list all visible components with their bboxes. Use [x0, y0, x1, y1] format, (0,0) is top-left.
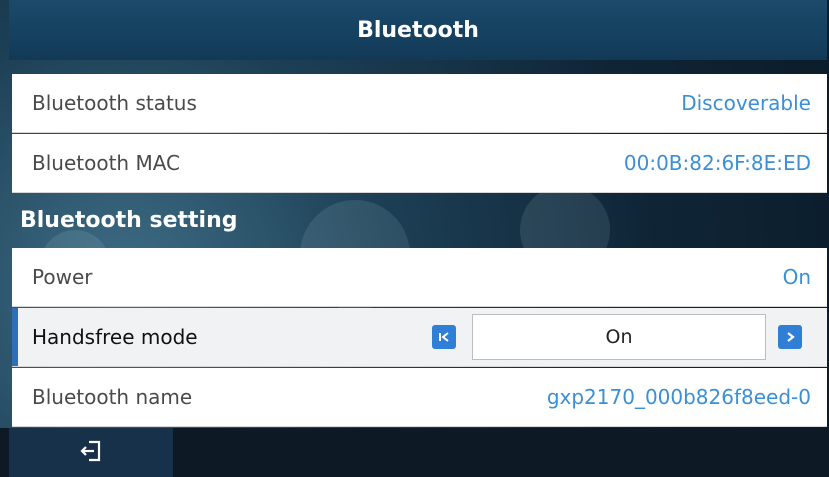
handsfree-mode-value: On	[605, 326, 633, 348]
selection-indicator	[12, 308, 18, 366]
bluetooth-mac-value: 00:0B:82:6F:8E:ED	[623, 151, 811, 175]
skip-previous-icon[interactable]	[432, 325, 456, 349]
section-title-bluetooth-setting: Bluetooth setting	[20, 208, 238, 233]
bluetooth-name-value: gxp2170_000b826f8eed-0	[546, 385, 811, 409]
handsfree-mode-label: Handsfree mode	[32, 325, 198, 349]
handsfree-mode-row[interactable]: Handsfree mode On	[12, 308, 827, 367]
bluetooth-mac-row[interactable]: Bluetooth MAC 00:0B:82:6F:8E:ED	[12, 134, 827, 193]
power-label: Power	[32, 265, 93, 289]
chevron-right-icon[interactable]	[778, 325, 802, 349]
page-header: Bluetooth	[9, 0, 827, 60]
page-title: Bluetooth	[357, 17, 479, 43]
bluetooth-status-row[interactable]: Bluetooth status Discoverable	[12, 74, 827, 133]
softkey-bar	[0, 428, 829, 477]
power-value: On	[782, 265, 811, 289]
exit-softkey[interactable]	[9, 428, 173, 477]
bluetooth-name-label: Bluetooth name	[32, 385, 193, 409]
handsfree-mode-selector[interactable]: On	[472, 314, 766, 360]
bluetooth-status-label: Bluetooth status	[32, 91, 197, 115]
bluetooth-name-row[interactable]: Bluetooth name gxp2170_000b826f8eed-0	[12, 368, 827, 427]
power-row[interactable]: Power On	[12, 248, 827, 307]
bluetooth-mac-label: Bluetooth MAC	[32, 151, 180, 175]
exit-icon	[80, 439, 102, 467]
bluetooth-status-value: Discoverable	[681, 91, 811, 115]
